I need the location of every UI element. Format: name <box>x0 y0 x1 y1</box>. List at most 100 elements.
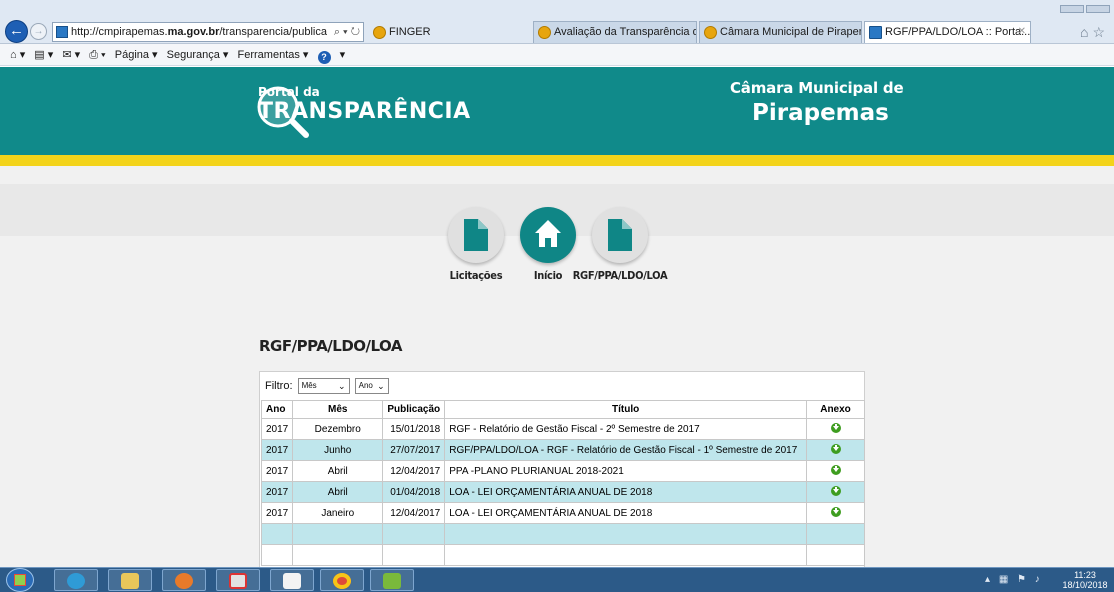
empty-cell <box>444 523 807 545</box>
cell-ano: 2017 <box>260 502 294 524</box>
column-header-anexo[interactable]: Anexo <box>806 400 865 419</box>
cell-publicacao: 12/04/2017 <box>382 460 446 482</box>
page-menu[interactable]: Página ▾ <box>115 49 158 61</box>
tab-label: Avaliação da Transparência do... <box>554 26 696 38</box>
tab-close-icon[interactable]: ✕ <box>1018 22 1026 42</box>
table-row[interactable]: 2017 Junho 27/07/2017 RGF/PPA/LDO/LOA - … <box>260 439 865 461</box>
cell-publicacao: 15/01/2018 <box>382 418 446 440</box>
nav-circle[interactable] <box>592 207 648 263</box>
logo-subtitle: Portal da <box>258 85 320 99</box>
tools-menu[interactable]: Ferramentas ▾ <box>238 49 309 61</box>
tab-camara[interactable]: Câmara Municipal de Pirapem... <box>699 21 862 43</box>
window-controls[interactable] <box>1060 0 1114 13</box>
taskbar-app[interactable] <box>370 569 414 591</box>
filter-row: Filtro: Mês ⌄ Ano ⌄ <box>265 377 389 395</box>
url-path: /transparencia/publica <box>219 26 327 38</box>
download-icon[interactable] <box>830 506 841 517</box>
chrome-icon <box>333 573 351 589</box>
taskbar-chrome[interactable] <box>320 569 364 591</box>
tab-finger[interactable]: FINGER <box>368 21 528 43</box>
document-icon <box>464 219 488 251</box>
nav-label[interactable]: RGF/PPA/LDO/LOA <box>565 269 675 282</box>
home-favorites-icons[interactable]: ⌂☆ <box>1080 24 1109 41</box>
cell-titulo[interactable]: LOA - LEI ORÇAMENTÁRIA ANUAL DE 2018 <box>444 502 807 524</box>
taskbar-internet-explorer[interactable] <box>54 569 98 591</box>
empty-cell <box>806 523 865 545</box>
tab-avaliacao[interactable]: Avaliação da Transparência do... <box>533 21 697 43</box>
empty-cell <box>444 544 807 566</box>
month-select[interactable]: Mês ⌄ <box>297 378 350 395</box>
snipping-tool-icon <box>229 573 247 589</box>
data-panel: Filtro: Mês ⌄ Ano ⌄ Ano Mês Publicação Tít… <box>259 371 865 567</box>
column-header-titulo[interactable]: Título <box>444 400 807 419</box>
column-header-publicacao[interactable]: Publicação <box>382 400 446 419</box>
address-tools[interactable]: ⌕ ▾ ↻ <box>329 23 360 41</box>
chamber-name-line2: Pirapemas <box>752 100 889 126</box>
portal-logo[interactable]: Portal da TRANSPARÊNCIA <box>248 79 470 143</box>
cell-titulo[interactable]: LOA - LEI ORÇAMENTÁRIA ANUAL DE 2018 <box>444 481 807 503</box>
taskbar-notes[interactable] <box>270 569 314 591</box>
column-header-ano[interactable]: Ano <box>260 400 294 419</box>
table-row[interactable]: 2017 Dezembro 15/01/2018 RGF - Relatório… <box>260 418 865 440</box>
table-row[interactable]: 2017 Abril 12/04/2017 PPA -PLANO PLURIAN… <box>260 460 865 482</box>
nav-circle[interactable] <box>448 207 504 263</box>
flag-icon[interactable]: ⚑ <box>1017 574 1029 585</box>
nav-item-licitacoes[interactable]: Licitações <box>436 207 516 282</box>
document-icon <box>608 219 632 251</box>
forward-button[interactable]: → <box>30 23 47 40</box>
taskbar-file-explorer[interactable] <box>108 569 152 591</box>
folder-icon <box>121 573 139 589</box>
table-row[interactable]: 2017 Janeiro 12/04/2017 LOA - LEI ORÇAME… <box>260 502 865 524</box>
nav-circle[interactable] <box>520 207 576 263</box>
feeds-icon[interactable]: ▤ ▾ <box>34 49 53 61</box>
tray-arrow-icon[interactable]: ▴ <box>985 574 993 585</box>
system-tray[interactable]: ▴ ▦ ⚑ ♪ <box>985 574 1043 585</box>
home-icon <box>535 220 561 247</box>
taskbar-snipping-tool[interactable] <box>216 569 260 591</box>
help-menu[interactable]: ? ▾ <box>317 49 345 64</box>
mail-icon[interactable]: ✉ ▾ <box>62 49 80 61</box>
security-menu[interactable]: Segurança ▾ <box>167 49 229 61</box>
network-icon[interactable]: ▦ <box>999 574 1011 585</box>
maximize-button[interactable] <box>1086 5 1110 13</box>
chevron-down-icon: ⌄ <box>377 381 385 392</box>
star-icon[interactable]: ☆ <box>1092 24 1109 40</box>
home-menu-icon[interactable]: ⌂ ▾ <box>10 49 25 61</box>
cell-mes: Junho <box>292 439 384 461</box>
back-button[interactable]: ← <box>5 20 28 43</box>
tray-clock[interactable]: 11:23 18/10/2018 <box>1058 570 1112 590</box>
tab-label: RGF/PPA/LDO/LOA :: Porta... <box>885 26 1031 38</box>
tab-rgf-active[interactable]: RGF/PPA/LDO/LOA :: Porta... ✕ <box>864 21 1031 43</box>
clock-date: 18/10/2018 <box>1062 580 1108 590</box>
column-header-mes[interactable]: Mês <box>292 400 384 419</box>
download-icon[interactable] <box>830 464 841 475</box>
print-icon[interactable]: ⎙ ▾ <box>89 49 105 61</box>
download-icon[interactable] <box>830 485 841 496</box>
chevron-down-icon: ⌄ <box>338 381 346 392</box>
empty-cell <box>806 544 865 566</box>
url-prefix: http://cmpirapemas. <box>71 26 168 38</box>
empty-cell <box>292 523 384 545</box>
notes-icon <box>283 573 301 589</box>
address-bar[interactable]: http://cmpirapemas.ma.gov.br/transparenc… <box>52 22 364 42</box>
start-button[interactable] <box>6 568 34 592</box>
cell-titulo[interactable]: RGF - Relatório de Gestão Fiscal - 2º Se… <box>444 418 807 440</box>
nav-item-rgf[interactable]: RGF/PPA/LDO/LOA <box>573 207 668 282</box>
taskbar: ▴ ▦ ⚑ ♪ 11:23 18/10/2018 <box>0 567 1114 592</box>
filter-label: Filtro: <box>265 380 293 392</box>
download-icon[interactable] <box>830 443 841 454</box>
home-icon[interactable]: ⌂ <box>1080 24 1092 40</box>
cell-ano: 2017 <box>260 418 294 440</box>
cell-titulo[interactable]: PPA -PLANO PLURIANUAL 2018-2021 <box>444 460 807 482</box>
taskbar-media-player[interactable] <box>162 569 206 591</box>
year-select[interactable]: Ano ⌄ <box>354 378 389 395</box>
url-host: ma.gov.br <box>167 26 220 38</box>
minimize-button[interactable] <box>1060 5 1084 13</box>
cell-titulo[interactable]: RGF/PPA/LDO/LOA - RGF - Relatório de Ges… <box>444 439 807 461</box>
download-icon[interactable] <box>830 422 841 433</box>
nav-label[interactable]: Licitações <box>436 269 516 282</box>
empty-cell <box>382 523 446 545</box>
volume-icon[interactable]: ♪ <box>1035 574 1043 585</box>
table-row[interactable]: 2017 Abril 01/04/2018 LOA - LEI ORÇAMENT… <box>260 481 865 503</box>
cell-mes: Abril <box>292 460 384 482</box>
